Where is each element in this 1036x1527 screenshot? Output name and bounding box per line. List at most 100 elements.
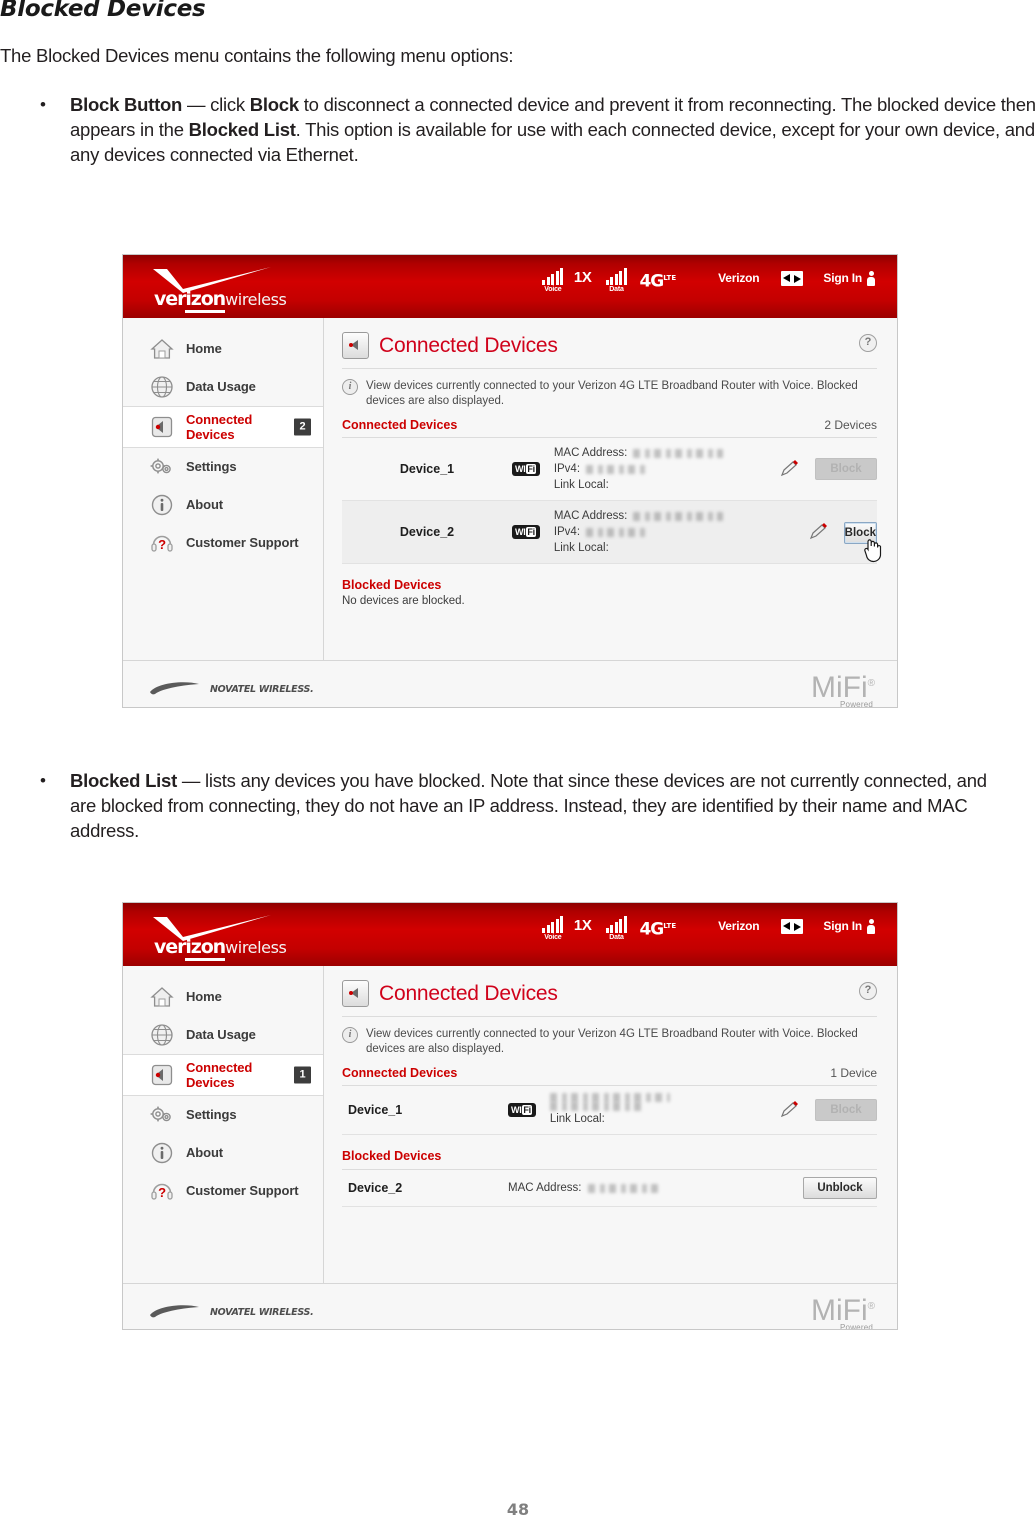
ipv4-value-redacted xyxy=(586,464,649,474)
sidebar-item-about[interactable]: About xyxy=(123,1134,323,1172)
device-count: 1 Device xyxy=(830,1066,877,1080)
block-button: Block xyxy=(815,1099,877,1121)
sidebar-item-home[interactable]: Home xyxy=(123,330,323,368)
sidebar-item-settings[interactable]: Settings xyxy=(123,448,323,486)
mac-line xyxy=(549,1093,779,1102)
verizon-prefix: ver xyxy=(154,936,186,958)
wifi-badge-fi: Fi xyxy=(526,527,536,537)
bullet-marker: • xyxy=(40,95,46,114)
info-banner: i View devices currently connected to yo… xyxy=(342,1017,877,1065)
pencil-icon[interactable] xyxy=(808,523,830,541)
sidebar-item-label-line1: Connected xyxy=(186,1060,253,1075)
hand-cursor-icon xyxy=(863,539,881,563)
sidebar-item-connected-devices[interactable]: Connected Devices 1 xyxy=(123,1054,323,1096)
connected-devices-count-badge: 2 xyxy=(294,418,311,436)
banner-status-area: Voice 1X Data 4GLTE Verizon Sign In xyxy=(536,268,875,305)
headset-question-icon: ? xyxy=(149,1178,175,1204)
sign-in-link[interactable]: Sign In xyxy=(823,917,862,936)
help-icon[interactable]: ? xyxy=(859,982,877,1000)
sidebar-item-label: Connected Devices xyxy=(186,1060,252,1090)
speaker-icon xyxy=(149,1062,175,1088)
mac-line: MAC Address: xyxy=(508,1180,803,1196)
block-button: Block xyxy=(815,458,877,480)
bullet-marker: • xyxy=(40,771,46,790)
verizon-wordmark: verizonwireless xyxy=(154,936,287,961)
sidebar-item-connected-devices[interactable]: Connected Devices 2 xyxy=(123,406,323,448)
sidebar-item-customer-support[interactable]: ? Customer Support xyxy=(123,1172,323,1210)
link-local-line: Link Local: xyxy=(554,477,779,493)
person-icon xyxy=(867,271,875,286)
novatel-swoosh-icon xyxy=(150,1305,199,1318)
mifi-registered-icon: ® xyxy=(867,677,875,689)
tech-1x-label: 1X xyxy=(573,269,592,286)
sidebar-item-about[interactable]: About xyxy=(123,486,323,524)
tech-4g-text: 4G xyxy=(639,919,664,940)
help-icon[interactable]: ? xyxy=(859,334,877,352)
sidebar-item-settings[interactable]: Settings xyxy=(123,1096,323,1134)
mac-line: MAC Address: xyxy=(554,508,808,524)
signal-bars-icon xyxy=(536,916,570,933)
banner-status-area: Voice 1X Data 4GLTE Verizon Sign In xyxy=(536,916,875,953)
verizon-logo: verizonwireless xyxy=(151,267,391,313)
verizon-sub: wireless xyxy=(225,290,287,309)
sidebar-nav: Home Data Usage Connected Devices 2 Sett… xyxy=(123,318,324,660)
person-icon xyxy=(867,919,875,934)
home-icon xyxy=(149,336,175,362)
sidebar-item-label: Settings xyxy=(186,1107,237,1122)
novatel-wireless-logo: NOVATEL WIRELESS. xyxy=(149,1304,314,1320)
table-row[interactable]: Device_2 WI Fi MAC Address: IPv4: Link Lo… xyxy=(342,501,881,564)
headset-question-icon: ? xyxy=(149,530,175,556)
table-row[interactable]: Device_1 WI Fi MAC Address: IPv4: Link Lo… xyxy=(342,438,877,501)
table-row[interactable]: Device_1 WI Fi Link Local: Block xyxy=(342,1086,877,1135)
sidebar-item-home[interactable]: Home xyxy=(123,978,323,1016)
wifi-badge-wi: WI xyxy=(511,1105,522,1115)
data-signal-group: Data xyxy=(599,268,633,293)
device-count: 2 Devices xyxy=(824,418,877,432)
voice-signal-group: Voice xyxy=(536,916,570,941)
panel-header: Connected Devices ? xyxy=(342,332,877,369)
mac-line-redacted xyxy=(549,1093,670,1102)
bullet-emph-1: Block xyxy=(249,94,299,115)
link-local-line: Link Local: xyxy=(550,1111,779,1127)
device-details: MAC Address: IPv4: Link Local: xyxy=(554,445,779,493)
data-label: Data xyxy=(609,934,624,941)
verizon-wordmark: verizonwireless xyxy=(154,288,287,313)
wifi-badge-wi: WI xyxy=(515,527,526,537)
table-row[interactable]: Device_2 MAC Address: Unblock xyxy=(342,1170,877,1207)
pencil-icon[interactable] xyxy=(779,1101,801,1119)
svg-text:?: ? xyxy=(158,537,166,552)
ipv4-line: IPv4: xyxy=(554,461,779,477)
novatel-wordmark: NOVATEL WIRELESS. xyxy=(210,683,314,695)
novatel-wireless-logo: NOVATEL WIRELESS. xyxy=(149,681,314,697)
mac-label: MAC Address: xyxy=(508,1182,582,1194)
main-panel: Connected Devices ? i View devices curre… xyxy=(324,966,897,1283)
sidebar-item-customer-support[interactable]: ? Customer Support xyxy=(123,524,323,562)
info-icon: i xyxy=(342,1027,358,1043)
verizon-logo: verizonwireless xyxy=(151,915,391,961)
blocked-devices-section: Blocked Devices No devices are blocked. xyxy=(342,564,877,607)
sign-in-link[interactable]: Sign In xyxy=(823,269,862,288)
sidebar-item-label: Home xyxy=(186,341,222,356)
pencil-icon[interactable] xyxy=(779,460,801,478)
sidebar-item-label: About xyxy=(186,497,224,512)
unblock-button[interactable]: Unblock xyxy=(803,1177,877,1199)
intro-paragraph: The Blocked Devices menu contains the fo… xyxy=(0,45,514,66)
panel-title: Connected Devices xyxy=(379,981,558,1005)
data-label: Data xyxy=(609,286,624,293)
mac-label: MAC Address: xyxy=(553,447,628,459)
panel-title: Connected Devices xyxy=(379,333,558,357)
info-banner: i View devices currently connected to yo… xyxy=(342,369,877,417)
mifi-wordmark: MiFi® xyxy=(811,1293,875,1325)
sidebar-item-data-usage[interactable]: Data Usage xyxy=(123,1016,323,1054)
sidebar-item-label-line2: Devices xyxy=(186,1075,235,1090)
sidebar-item-data-usage[interactable]: Data Usage xyxy=(123,368,323,406)
speaker-icon xyxy=(342,332,369,359)
bullet-term: Blocked List xyxy=(70,770,177,791)
section-label: Connected Devices xyxy=(342,418,458,432)
wifi-badge-wi: WI xyxy=(515,464,526,474)
block-button-wrap: Block xyxy=(843,522,881,563)
mifi-logo: MiFi® Powered xyxy=(811,1293,875,1329)
voice-signal-group: Voice xyxy=(536,268,570,293)
page-title: Blocked Devices xyxy=(0,0,206,22)
speaker-icon xyxy=(342,980,369,1007)
